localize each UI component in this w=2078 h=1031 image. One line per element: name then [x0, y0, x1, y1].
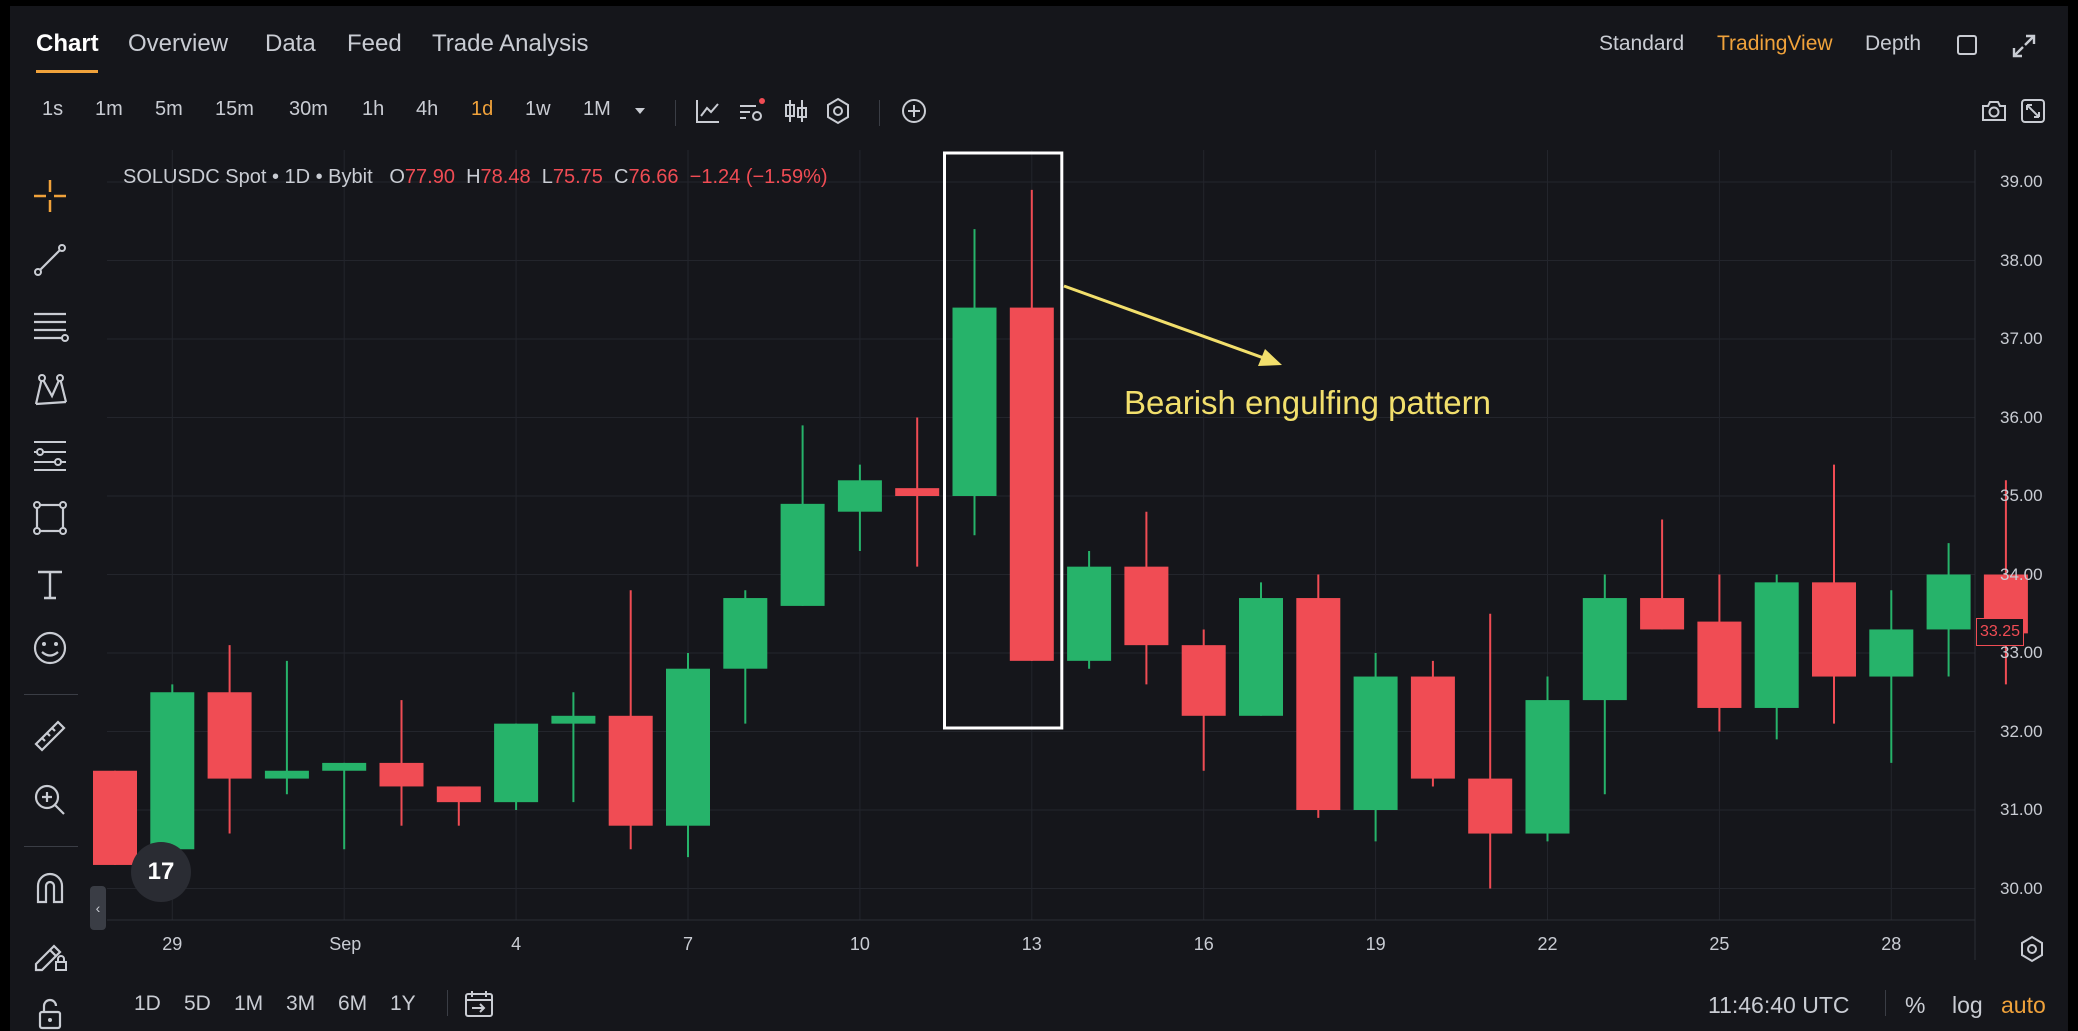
legend-open: 77.90 — [404, 166, 455, 188]
legend-low: 75.75 — [552, 166, 603, 188]
time-tick-label: 29 — [162, 934, 183, 954]
candle-body[interactable] — [150, 692, 195, 850]
price-tick-label: 39.00 — [2000, 172, 2043, 191]
range-1d[interactable]: 1D — [134, 992, 161, 1016]
time-tick-label: 22 — [1537, 934, 1558, 954]
price-tick-label: 35.00 — [2000, 486, 2043, 505]
time-tick-label: 19 — [1365, 934, 1386, 954]
time-tick-label: 4 — [511, 934, 522, 954]
utc-clock[interactable]: 11:46:40 UTC — [1708, 992, 1849, 1019]
candle-body[interactable] — [1697, 621, 1742, 708]
legend-high-label: H — [466, 166, 481, 188]
candle-body[interactable] — [379, 762, 424, 787]
auto-toggle[interactable]: auto — [2001, 992, 2046, 1019]
legend-close-label: C — [614, 166, 629, 188]
legend-high: 78.48 — [480, 166, 531, 188]
candle-body[interactable] — [837, 480, 882, 512]
candle-body[interactable] — [1410, 676, 1455, 779]
candle-body[interactable] — [1926, 574, 1971, 630]
legend-low-label: L — [541, 166, 553, 188]
time-tick-label: 16 — [1193, 934, 1214, 954]
candle-body[interactable] — [895, 488, 940, 496]
price-tick-label: 36.00 — [2000, 407, 2043, 427]
time-tick-label: 10 — [849, 934, 870, 954]
candle-body[interactable] — [780, 503, 825, 606]
candle-body[interactable] — [436, 786, 481, 803]
legend-close: 76.66 — [628, 166, 679, 188]
percent-toggle[interactable]: % — [1905, 992, 1925, 1019]
log-toggle[interactable]: log — [1952, 992, 1983, 1019]
date-range-icon[interactable] — [462, 988, 498, 1020]
annotation-text: Bearish engulfing pattern — [1124, 384, 1491, 421]
candle-body[interactable] — [1468, 778, 1513, 834]
candle-body[interactable] — [1353, 676, 1398, 810]
candle-body[interactable] — [1181, 645, 1226, 716]
candle-body[interactable] — [1009, 307, 1054, 661]
bottom-bar: 1D 5D 1M 3M 6M 1Y 11:46:40 UTC % log aut… — [10, 974, 2068, 1031]
price-tick-label: 30.00 — [2000, 878, 2043, 898]
range-6m[interactable]: 6M — [338, 992, 367, 1016]
tradingview-logo: 17 — [131, 842, 191, 902]
chart-settings-icon[interactable] — [2017, 934, 2047, 964]
legend-change: −1.24 (−1.59%) — [689, 166, 828, 188]
candle-body[interactable] — [1067, 566, 1112, 661]
legend-symbol: SOLUSDC Spot • 1D • Bybit — [123, 166, 373, 188]
candle-body[interactable] — [1525, 700, 1570, 834]
candle-body[interactable] — [1754, 582, 1799, 708]
legend-open-label: O — [389, 166, 405, 188]
candle-body[interactable] — [93, 770, 137, 865]
price-tick-label: 37.00 — [2000, 329, 2043, 348]
price-tick-label: 33.00 — [2000, 643, 2043, 662]
price-tick-label: 32.00 — [2000, 721, 2043, 741]
candle-body[interactable] — [1640, 598, 1685, 630]
price-tick-label: 34.00 — [2000, 564, 2043, 584]
range-1y[interactable]: 1Y — [390, 992, 416, 1016]
candle-body[interactable] — [551, 715, 596, 724]
candle-body[interactable] — [608, 715, 653, 826]
candle-body[interactable] — [264, 770, 309, 779]
candle-body[interactable] — [952, 307, 997, 496]
candle-body[interactable] — [1124, 566, 1169, 646]
time-tick-label: 28 — [1881, 934, 1902, 954]
candle-body[interactable] — [322, 762, 367, 771]
range-5d[interactable]: 5D — [184, 992, 211, 1016]
candle-body[interactable] — [1869, 629, 1914, 677]
time-tick-label: Sep — [329, 934, 362, 954]
chart-legend: SOLUSDC Spot • 1D • Bybit O77.90 H78.48 … — [123, 166, 828, 189]
candle-body[interactable] — [723, 598, 768, 669]
candle-body[interactable] — [666, 668, 710, 826]
time-tick-label: 13 — [1021, 934, 1042, 954]
annotation-arrowhead — [1258, 349, 1282, 366]
last-price-label: 33.25 — [1976, 618, 2024, 646]
range-3m[interactable]: 3M — [286, 992, 315, 1016]
range-1m[interactable]: 1M — [234, 992, 263, 1016]
candle-body[interactable] — [207, 692, 252, 779]
candle-body[interactable] — [494, 723, 539, 803]
price-tick-label: 38.00 — [2000, 250, 2043, 270]
time-tick-label: 7 — [683, 934, 694, 954]
time-tick-label: 25 — [1709, 934, 1730, 954]
candle-body[interactable] — [1239, 598, 1283, 716]
candle-body[interactable] — [1296, 598, 1341, 810]
annotation-arrow-line[interactable] — [1063, 284, 1273, 363]
candle-body[interactable] — [1582, 598, 1627, 701]
candlestick-chart[interactable] — [10, 6, 2068, 974]
app-frame: Chart Overview Data Feed Trade Analysis … — [10, 6, 2068, 1031]
candle-body[interactable] — [1812, 582, 1856, 677]
price-tick-label: 31.00 — [2000, 800, 2043, 819]
